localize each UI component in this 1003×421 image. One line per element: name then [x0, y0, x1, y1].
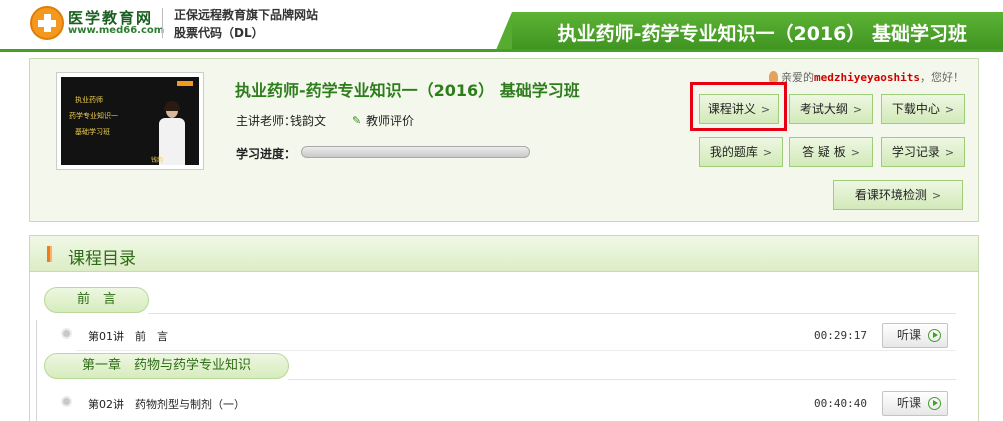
- teacher-name: 钱韵文: [290, 114, 327, 128]
- chevron-right-icon: >: [944, 146, 955, 159]
- lesson-duration: 00:40:40: [814, 397, 867, 410]
- download-center-button[interactable]: 下载中心 >: [881, 94, 965, 124]
- brand-slogan: 正保远程教育旗下品牌网站: [174, 8, 319, 22]
- logo-cross-icon[interactable]: [30, 6, 64, 40]
- username[interactable]: medzhiyeyaoshits: [814, 71, 920, 84]
- teacher-eval-link[interactable]: 教师评价: [366, 112, 414, 129]
- thumbnail-text: 药学专业知识一: [69, 112, 118, 120]
- course-info-panel: 执业药师 药学专业知识一 基础学习班 钱韵 执业药师-药学专业知识一（2016）…: [29, 58, 979, 222]
- play-icon: [928, 329, 941, 342]
- highlight-annotation: [690, 82, 787, 131]
- user-avatar-icon: [769, 71, 779, 82]
- brand-url: www.med66.com: [68, 25, 165, 36]
- row-divider: [76, 350, 956, 351]
- button-label: 学习记录: [891, 145, 940, 159]
- site-header: 医学教育网 www.med66.com 正保远程教育旗下品牌网站 股票代码（DL…: [0, 0, 1003, 52]
- chevron-right-icon: >: [944, 103, 955, 116]
- catalog-header: 课程目录: [30, 236, 978, 272]
- course-title: 执业药师-药学专业知识一（2016） 基础学习班: [235, 81, 580, 100]
- page-title-tab: 执业药师-药学专业知识一（2016） 基础学习班: [496, 12, 1003, 50]
- page-title: 执业药师-药学专业知识一（2016） 基础学习班: [557, 23, 967, 45]
- chapter-label[interactable]: 前 言: [44, 287, 149, 313]
- thumbnail-video-still: 执业药师 药学专业知识一 基础学习班 钱韵: [61, 77, 199, 165]
- listen-button[interactable]: 听课: [882, 323, 948, 348]
- chapter-rule: [148, 313, 956, 314]
- header-rule: [0, 49, 1003, 52]
- chevron-right-icon: >: [931, 189, 942, 202]
- exam-outline-button[interactable]: 考试大纲 >: [789, 94, 873, 124]
- greeting-suffix: ，您好！: [920, 71, 964, 84]
- chevron-right-icon: >: [850, 146, 860, 159]
- listen-label: 听课: [897, 396, 922, 410]
- thumbnail-logo-icon: [177, 81, 193, 86]
- lesson-duration: 00:29:17: [814, 329, 867, 342]
- header-divider: [162, 8, 163, 38]
- listen-label: 听课: [897, 328, 922, 342]
- button-label: 考试大纲: [799, 102, 848, 116]
- button-label: 我的题库: [709, 145, 758, 159]
- catalog-title: 课程目录: [68, 249, 136, 269]
- lesson-dot-icon: [61, 328, 72, 339]
- thumbnail-text: 执业药师: [75, 96, 103, 104]
- qa-board-button[interactable]: 答 疑 板 >: [789, 137, 873, 167]
- button-label: 答 疑 板: [802, 145, 846, 159]
- chevron-right-icon: >: [762, 146, 773, 159]
- chapter-rule: [288, 379, 956, 380]
- lesson-title[interactable]: 第02讲 药物剂型与制剂（一）: [88, 396, 245, 412]
- stock-code: 股票代码（DL）: [174, 26, 264, 40]
- teacher-label: 主讲老师：: [236, 114, 297, 128]
- timeline-line: [36, 320, 37, 421]
- course-catalog-panel: 课程目录: [29, 235, 979, 421]
- my-question-bank-button[interactable]: 我的题库 >: [699, 137, 783, 167]
- progress-label: 学习进度：: [236, 147, 297, 161]
- listen-button[interactable]: 听课: [882, 391, 948, 416]
- env-check-button[interactable]: 看课环境检测 >: [833, 180, 963, 210]
- thumbnail-tag: 钱韵: [151, 157, 164, 164]
- pencil-icon[interactable]: ✎: [352, 114, 361, 127]
- course-thumbnail[interactable]: 执业药师 药学专业知识一 基础学习班 钱韵: [56, 72, 204, 170]
- user-greeting: 亲爱的medzhiyeyaoshits，您好！: [769, 69, 964, 85]
- lesson-dot-icon: [61, 396, 72, 407]
- chapter-label[interactable]: 第一章 药物与药学专业知识: [44, 353, 289, 379]
- section-marker-icon: [47, 246, 52, 262]
- study-record-button[interactable]: 学习记录 >: [881, 137, 965, 167]
- progress-bar: [301, 146, 530, 158]
- button-label: 看课环境检测: [854, 188, 927, 202]
- thumbnail-text: 基础学习班: [75, 128, 110, 136]
- chevron-right-icon: >: [852, 103, 863, 116]
- button-label: 下载中心: [891, 102, 940, 116]
- lesson-title[interactable]: 第01讲 前 言: [88, 328, 168, 344]
- play-icon: [928, 397, 941, 410]
